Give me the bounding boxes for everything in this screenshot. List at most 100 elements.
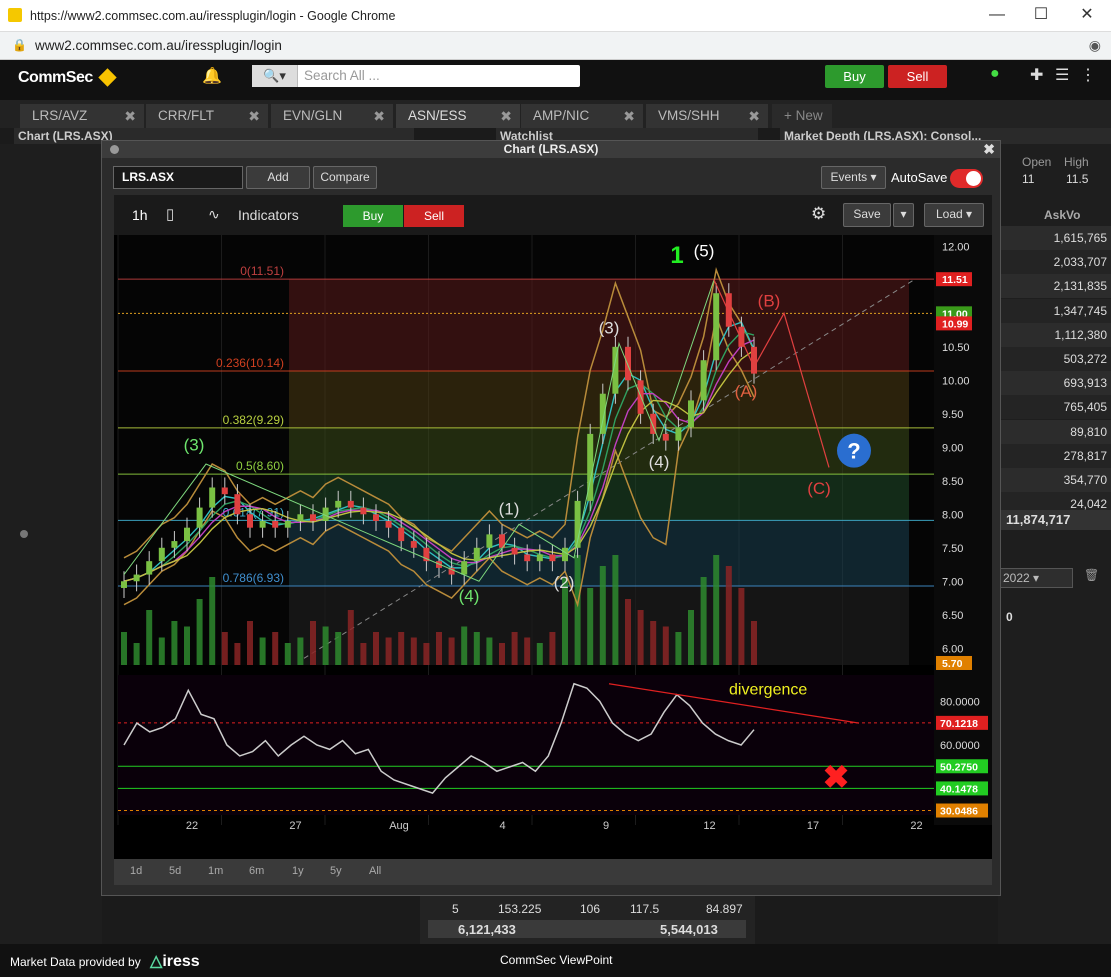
maximize-icon[interactable]: ☐ bbox=[1026, 4, 1056, 26]
depth-row[interactable]: 693,913 bbox=[998, 371, 1111, 396]
tab-lrs-avz[interactable]: LRS/AVZ ✖ bbox=[20, 104, 144, 128]
chart-canvas[interactable]: 0(11.51) 0.236(10.14) 0.382(9.29) 0.5(8.60)… bbox=[114, 235, 992, 859]
interval-selector[interactable]: 1h bbox=[132, 207, 148, 223]
close-tab-icon[interactable]: ✖ bbox=[248, 104, 260, 128]
volume-bar bbox=[398, 632, 405, 665]
indicators-button[interactable]: Indicators bbox=[238, 207, 299, 223]
volume-bar bbox=[524, 637, 531, 665]
chart-sell-button[interactable]: Sell bbox=[404, 205, 464, 227]
range-all[interactable]: All bbox=[369, 865, 381, 877]
depth-row[interactable]: 2,033,707 bbox=[998, 250, 1111, 275]
depth-row[interactable]: 89,810 bbox=[998, 419, 1111, 444]
save-button[interactable]: Save bbox=[843, 203, 891, 227]
indicator-tick: 80.0000 bbox=[940, 696, 980, 708]
y-tick-label: 6.50 bbox=[942, 610, 963, 622]
close-tab-icon[interactable]: ✖ bbox=[500, 104, 512, 128]
range-6m[interactable]: 6m bbox=[249, 865, 264, 877]
stat-cell: 84.897 bbox=[706, 902, 743, 916]
save-dropdown-chevron-icon[interactable]: ▾ bbox=[893, 203, 914, 227]
volume-bar bbox=[700, 577, 707, 665]
volume-bar bbox=[410, 637, 417, 665]
header-sell-button[interactable]: Sell bbox=[888, 65, 947, 88]
wave-label: (A) bbox=[735, 382, 758, 401]
close-tab-icon[interactable]: ✖ bbox=[124, 104, 136, 128]
wave-label: (3) bbox=[599, 318, 620, 337]
eye-icon[interactable]: ◉ bbox=[1089, 37, 1101, 54]
date-field[interactable]: 2022 ▾ bbox=[998, 568, 1073, 588]
volume-bar bbox=[612, 555, 619, 665]
depth-row[interactable]: 354,770 bbox=[998, 468, 1111, 492]
compare-button[interactable]: Compare bbox=[313, 166, 377, 189]
events-dropdown[interactable]: Events ▾ bbox=[821, 166, 886, 189]
tab-crr-flt[interactable]: CRR/FLT ✖ bbox=[146, 104, 268, 128]
wave-label: (3) bbox=[184, 436, 205, 455]
candlestick-icon[interactable]: ▯ bbox=[166, 205, 174, 223]
delete-icon[interactable]: 🗑 bbox=[1084, 568, 1099, 582]
y-tick-label: 6.00 bbox=[942, 643, 963, 655]
close-tab-icon[interactable]: ✖ bbox=[373, 104, 385, 128]
panel-handle-icon[interactable] bbox=[20, 530, 28, 538]
candle-body bbox=[410, 541, 417, 548]
price-label: 11.51 bbox=[942, 274, 968, 286]
depth-row[interactable]: 1,112,380 bbox=[998, 322, 1111, 347]
connection-bulb-icon[interactable]: ● bbox=[990, 65, 1000, 83]
indicators-icon[interactable]: ∿ bbox=[208, 206, 220, 223]
range-1d[interactable]: 1d bbox=[130, 865, 142, 877]
depth-row[interactable]: 1,615,765 bbox=[998, 226, 1111, 250]
y-tick-label: 12.00 bbox=[942, 241, 970, 253]
tab-evn-gln[interactable]: EVN/GLN ✖ bbox=[271, 104, 393, 128]
volume-bar bbox=[725, 566, 732, 665]
address-bar[interactable]: 🔒 www2.commsec.com.au/iressplugin/login … bbox=[0, 32, 1111, 60]
range-5d[interactable]: 5d bbox=[169, 865, 181, 877]
search-input[interactable]: Search All ... bbox=[304, 68, 380, 83]
depth-row[interactable]: 503,272 bbox=[998, 347, 1111, 371]
search-icon[interactable]: 🔍▾ bbox=[252, 65, 298, 87]
depth-askvol: 2,131,835 bbox=[1053, 279, 1107, 294]
more-icon[interactable]: ⋮ bbox=[1080, 65, 1096, 85]
range-1y[interactable]: 1y bbox=[292, 865, 304, 877]
candle-body bbox=[700, 360, 707, 401]
depth-row[interactable]: 2,131,835 bbox=[998, 274, 1111, 299]
x-tick-label: 22 bbox=[186, 820, 198, 832]
tab-asn-ess[interactable]: ASN/ESS ✖ bbox=[396, 104, 520, 128]
volume-bar bbox=[625, 599, 631, 665]
volume-bar bbox=[171, 621, 178, 665]
close-chart-icon[interactable]: ✖ bbox=[983, 141, 995, 158]
add-icon[interactable]: ✚ bbox=[1030, 65, 1043, 85]
tab-amp-nic[interactable]: AMP/NIC ✖ bbox=[521, 104, 643, 128]
menu-icon[interactable]: ☰ bbox=[1055, 65, 1069, 85]
depth-askvol: 1,615,765 bbox=[1053, 231, 1107, 245]
chart-window-titlebar[interactable]: Chart (LRS.ASX) ✖ bbox=[102, 141, 1000, 158]
volume-bar bbox=[335, 632, 342, 665]
close-window-icon[interactable]: ✕ bbox=[1072, 4, 1102, 26]
settings-gear-icon[interactable]: ⚙ bbox=[811, 204, 826, 224]
close-tab-icon[interactable]: ✖ bbox=[623, 104, 635, 128]
search-box[interactable]: 🔍▾ Search All ... bbox=[252, 65, 580, 87]
chart-buy-button[interactable]: Buy bbox=[343, 205, 403, 227]
tab-new[interactable]: + New bbox=[772, 104, 832, 128]
depth-row[interactable]: 765,405 bbox=[998, 395, 1111, 420]
autosave-toggle[interactable] bbox=[950, 169, 983, 188]
high-label: High bbox=[1064, 155, 1089, 169]
minimize-icon[interactable]: — bbox=[982, 4, 1012, 26]
close-tab-icon[interactable]: ✖ bbox=[748, 104, 760, 128]
depth-row[interactable]: 1,347,745 bbox=[998, 298, 1111, 323]
url-text[interactable]: www2.commsec.com.au/iressplugin/login bbox=[35, 38, 282, 53]
bell-icon[interactable]: 🔔 bbox=[202, 66, 222, 86]
autosave-label: AutoSave bbox=[891, 170, 948, 185]
add-button[interactable]: Add bbox=[246, 166, 310, 189]
candle-body bbox=[146, 561, 153, 575]
range-1m[interactable]: 1m bbox=[208, 865, 223, 877]
left-panel bbox=[0, 144, 102, 944]
depth-row[interactable]: 278,817 bbox=[998, 443, 1111, 468]
candle-body bbox=[688, 400, 694, 428]
header-buy-button[interactable]: Buy bbox=[825, 65, 884, 88]
volume-bar bbox=[133, 643, 140, 665]
tab-vms-shh[interactable]: VMS/SHH ✖ bbox=[646, 104, 768, 128]
y-tick-label: 7.50 bbox=[942, 543, 963, 555]
range-5y[interactable]: 5y bbox=[330, 865, 342, 877]
load-dropdown[interactable]: Load ▾ bbox=[924, 203, 984, 227]
divergence-annotation: divergence bbox=[729, 682, 807, 699]
symbol-input[interactable]: LRS.ASX bbox=[113, 166, 243, 189]
y-tick-label: 7.00 bbox=[942, 576, 963, 588]
